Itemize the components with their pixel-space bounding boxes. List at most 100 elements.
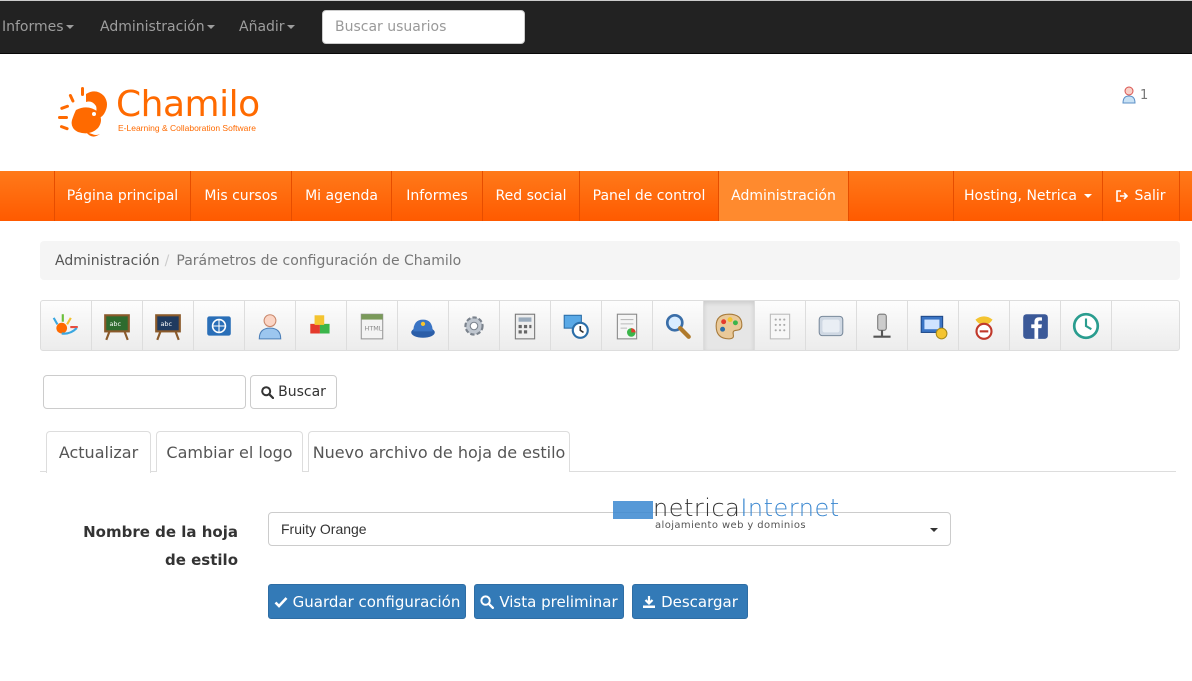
caret-down-icon (1083, 194, 1092, 198)
nav-item-label: Red social (495, 188, 567, 204)
toolbar-item-templates[interactable] (755, 301, 806, 350)
search-icon (261, 385, 275, 399)
session-board-icon: abc (155, 313, 181, 340)
caret-down-icon (65, 25, 74, 29)
chamilo-logo[interactable]: Chamilo E-Learning & Collaboration Softw… (56, 84, 286, 140)
toolbar-item-stylesheets[interactable] (704, 301, 755, 350)
watermark-bar (613, 501, 653, 519)
topbar-menu-informes[interactable]: Informes (2, 1, 74, 53)
watermark-brand-a: netrica (653, 494, 741, 522)
nav-item-home[interactable]: Página principal (54, 171, 191, 221)
course-board-icon: abc (104, 313, 130, 340)
user-search-input[interactable] (322, 10, 525, 44)
nav-item-label: Administración (731, 188, 836, 204)
user-notification-icon (1122, 86, 1136, 104)
logo-tagline: E-Learning & Collaboration Software (118, 123, 256, 133)
topbar-menu-label: Administración (100, 19, 205, 35)
ticket-icon (920, 315, 948, 339)
svg-text:abc: abc (110, 320, 122, 328)
label-line: de estilo (165, 551, 238, 569)
nav-item-label: Informes (406, 188, 468, 204)
nav-user-label: Hosting, Netrica (964, 188, 1077, 204)
nav-item-label: Mi agenda (305, 188, 378, 204)
download-button[interactable]: Descargar (632, 584, 748, 619)
search-button-label: Buscar (278, 384, 326, 400)
toolbar-item-time[interactable] (1061, 301, 1112, 350)
nav-item-administration[interactable]: Administración (719, 171, 849, 221)
watermark-subtitle: alojamiento web y dominios (655, 520, 806, 531)
settings-category-toolbar: abc abc HTML (40, 300, 1180, 351)
toolbar-item-languages[interactable] (194, 301, 245, 350)
topbar-menu-anadir[interactable]: Añadir (239, 1, 295, 53)
toolbar-item-session-board[interactable]: abc (143, 301, 194, 350)
plugins-icon (310, 314, 330, 333)
notifications-link[interactable]: 1 (1122, 86, 1148, 104)
security-icon (411, 319, 435, 338)
logout-button[interactable]: Salir (1103, 171, 1180, 221)
logout-label: Salir (1134, 188, 1166, 204)
svg-text:abc: abc (161, 320, 173, 328)
nav-item-reports[interactable]: Informes (392, 171, 483, 221)
languages-icon (207, 315, 231, 336)
ldap-icon (873, 313, 891, 338)
time-icon (1072, 312, 1100, 339)
toolbar-item-facebook[interactable] (1010, 301, 1061, 350)
save-settings-button[interactable]: Guardar configuración (268, 584, 466, 619)
topbar-menu-administracion[interactable]: Administración (100, 1, 215, 53)
nav-user-menu[interactable]: Hosting, Netrica (953, 171, 1103, 221)
nav-item-social[interactable]: Red social (483, 171, 580, 221)
nav-item-my-courses[interactable]: Mis cursos (191, 171, 292, 221)
watermark-brand-b: Internet (740, 494, 840, 522)
toolbar-item-security[interactable] (398, 301, 449, 350)
toolbar-item-calculator[interactable] (500, 301, 551, 350)
save-settings-label: Guardar configuración (292, 592, 461, 611)
platform-icon (52, 313, 78, 335)
toolbar-item-user[interactable] (245, 301, 296, 350)
tab-label: Actualizar (58, 443, 139, 462)
toolbar-item-plugins[interactable] (296, 301, 347, 350)
tab-new-stylesheet[interactable]: Nuevo archivo de hoja de estilo (308, 431, 570, 472)
settings-search-input[interactable] (43, 375, 246, 409)
label-line: Nombre de la hoja (83, 523, 238, 541)
toolbar-item-platform[interactable] (41, 301, 92, 350)
toolbar-item-search[interactable] (653, 301, 704, 350)
toolbar-item-ldap[interactable] (857, 301, 908, 350)
toolbar-item-html-editor[interactable]: HTML (347, 301, 398, 350)
toolbar-item-course-board[interactable]: abc (92, 301, 143, 350)
svg-text:HTML: HTML (365, 324, 383, 332)
nav-item-label: Página principal (66, 188, 179, 204)
toolbar-item-reports[interactable] (602, 301, 653, 350)
tab-label: Nuevo archivo de hoja de estilo (312, 442, 566, 462)
caret-down-icon (286, 25, 295, 29)
stylesheet-name-label: Nombre de la hoja de estilo (60, 518, 238, 574)
toolbar-item-cas[interactable] (806, 301, 857, 350)
templates-icon (769, 313, 791, 339)
toolbar-item-clock-world[interactable] (551, 301, 602, 350)
preview-button[interactable]: Vista preliminar (474, 584, 624, 619)
tab-change-logo[interactable]: Cambiar el logo (156, 431, 303, 472)
toolbar-item-advanced-settings[interactable] (449, 301, 500, 350)
breadcrumb-link-administration[interactable]: Administración (55, 253, 160, 269)
netrica-watermark: netricaInternet alojamiento web y domini… (613, 494, 853, 534)
nav-item-dashboard[interactable]: Panel de control (580, 171, 719, 221)
download-icon (643, 595, 656, 608)
toolbar-item-shibboleth[interactable] (959, 301, 1010, 350)
logo-wordmark: Chamilo (116, 84, 260, 125)
chevron-down-icon (930, 528, 938, 532)
advanced-settings-icon (464, 315, 484, 336)
breadcrumb-separator: / (164, 252, 170, 269)
nav-item-label: Panel de control (592, 188, 706, 204)
logout-icon (1116, 190, 1129, 202)
tab-update[interactable]: Actualizar (46, 431, 151, 473)
calculator-icon (514, 313, 536, 339)
html-editor-icon: HTML (360, 313, 384, 339)
nav-item-agenda[interactable]: Mi agenda (292, 171, 392, 221)
search-icon (480, 594, 495, 609)
toolbar-item-ticket[interactable] (908, 301, 959, 350)
search-button[interactable]: Buscar (250, 375, 337, 409)
nav-item-label: Mis cursos (204, 188, 278, 204)
breadcrumb-current: Parámetros de configuración de Chamilo (176, 252, 462, 269)
clock-world-icon (563, 314, 589, 339)
watermark-brand: netricaInternet (653, 494, 840, 522)
tab-label: Cambiar el logo (166, 442, 293, 462)
